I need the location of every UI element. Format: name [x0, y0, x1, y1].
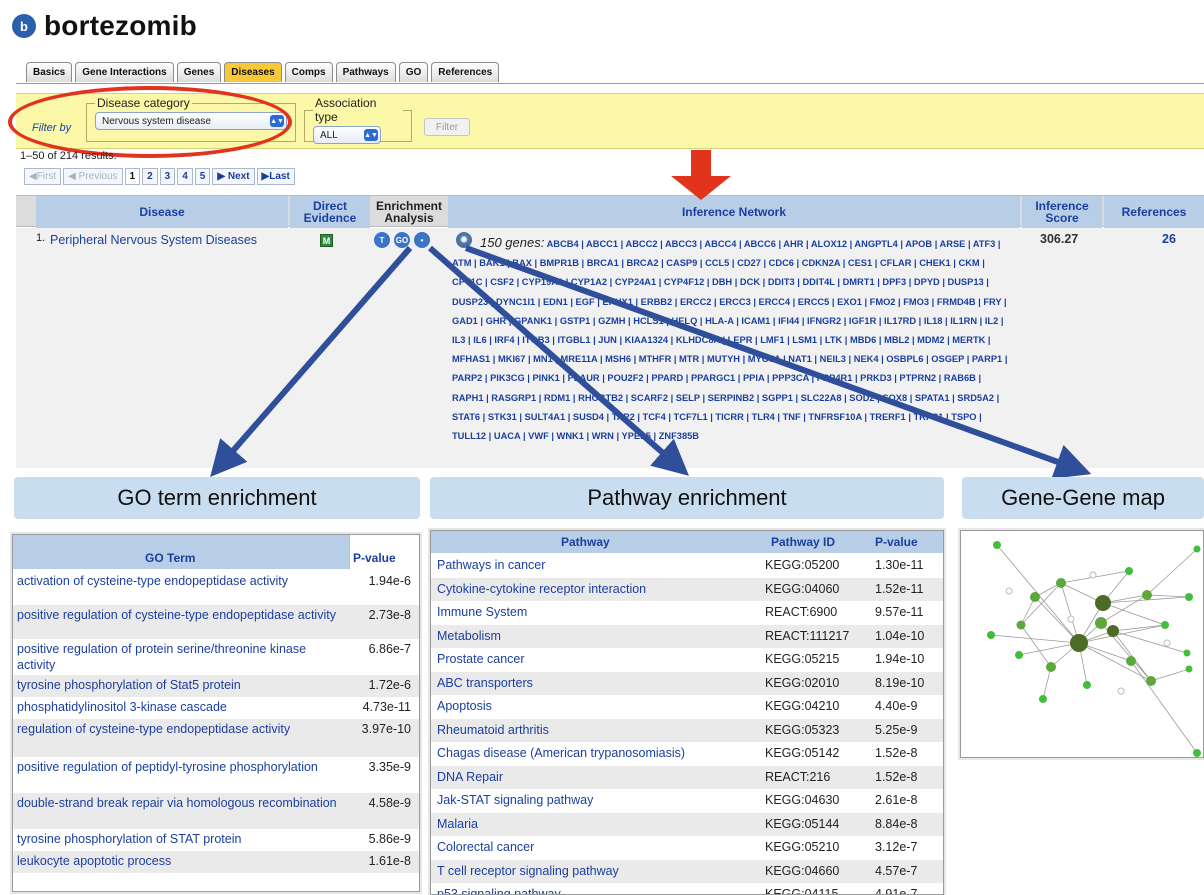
table-row: Malaria KEGG:05144 8.84e-8 [431, 812, 943, 836]
pathway-link[interactable]: Pathways in cancer [437, 558, 545, 572]
arrow-to-go [210, 246, 413, 478]
table-row: tyrosine phosphorylation of STAT protein… [17, 831, 411, 847]
table-row: Prostate cancer KEGG:05215 1.94e-10 [437, 652, 925, 666]
pathway-link[interactable]: Prostate cancer [437, 652, 525, 666]
table-row: Colorectal cancer KEGG:05210 3.12e-7 [437, 840, 918, 854]
go-col-pvalue[interactable]: P-value [353, 551, 396, 565]
go-term-link[interactable]: phosphatidylinositol 3-kinase cascade [17, 699, 347, 715]
network-nodes [987, 541, 1201, 757]
pathway-col-id[interactable]: Pathway ID [771, 535, 835, 549]
pathway-link[interactable]: Jak-STAT signaling pathway [437, 793, 593, 807]
pathway-link[interactable]: Metabolism [437, 629, 501, 643]
pathway-link[interactable]: Colorectal cancer [437, 840, 534, 854]
go-term-link[interactable]: double-strand break repair via homologou… [17, 795, 347, 811]
table-row: ABC transporters KEGG:02010 8.19e-10 [431, 671, 943, 695]
pathway-link[interactable]: Rheumatoid arthritis [437, 723, 549, 737]
go-term-link[interactable]: positive regulation of cysteine-type end… [17, 607, 347, 623]
pathway-link[interactable]: Immune System [437, 605, 527, 619]
pathway-link[interactable]: DNA Repair [437, 770, 503, 784]
red-arrow-icon [671, 150, 731, 200]
pathway-link[interactable]: Chagas disease (American trypanosomiasis… [437, 746, 685, 760]
table-row: activation of cysteine-type endopeptidas… [17, 573, 411, 589]
table-row: Apoptosis KEGG:04210 4.40e-9 [437, 699, 918, 713]
table-row: regulation of cysteine-type endopeptidas… [13, 719, 419, 757]
go-table: GO Term P-value activation of cysteine-t… [12, 534, 420, 892]
go-term-link[interactable]: activation of cysteine-type endopeptidas… [17, 573, 347, 589]
table-row: Chagas disease (American trypanosomiasis… [437, 746, 918, 760]
table-row: Cytokine-cytokine receptor interaction KE… [431, 577, 943, 601]
pathway-link[interactable]: ABC transporters [437, 676, 533, 690]
table-row: Metabolism REACT:111217 1.04e-10 [431, 624, 943, 648]
network-graph[interactable] [961, 531, 1204, 758]
pathway-section-label: Pathway enrichment [430, 477, 944, 519]
pathway-link[interactable]: T cell receptor signaling pathway [437, 864, 619, 878]
pathway-col-name[interactable]: Pathway [561, 535, 610, 549]
table-row: positive regulation of cysteine-type end… [13, 605, 419, 639]
table-row: T cell receptor signaling pathway KEGG:04… [431, 859, 943, 883]
gene-map-section-label: Gene-Gene map [962, 477, 1204, 519]
table-row: Jak-STAT signaling pathway KEGG:04630 2.61… [437, 793, 918, 807]
table-row: DNA Repair REACT:216 1.52e-8 [431, 765, 943, 789]
pathway-table-header: Pathway Pathway ID P-value [431, 531, 943, 553]
pathway-link[interactable]: Malaria [437, 817, 478, 831]
go-col-term[interactable]: GO Term [145, 551, 195, 565]
go-term-link[interactable]: positive regulation of peptidyl-tyrosine… [17, 759, 347, 775]
go-term-link[interactable]: regulation of cysteine-type endopeptidas… [17, 721, 347, 737]
pathway-col-pvalue[interactable]: P-value [875, 535, 918, 549]
table-row: Rheumatoid arthritis KEGG:05323 5.25e-9 [431, 718, 943, 742]
pathway-link[interactable]: Apoptosis [437, 699, 492, 713]
pathway-link[interactable]: Cytokine-cytokine receptor interaction [437, 582, 646, 596]
go-term-link[interactable]: positive regulation of protein serine/th… [17, 641, 347, 673]
pathway-link[interactable]: p53 signaling pathway [437, 887, 561, 894]
pathway-table: Pathway Pathway ID P-value Pathways in c… [430, 530, 944, 895]
table-row: phosphatidylinositol 3-kinase cascade 4.7… [17, 699, 411, 715]
gene-gene-map[interactable] [960, 530, 1204, 758]
table-row: tyrosine phosphorylation of Stat5 protei… [13, 675, 419, 697]
go-section-label: GO term enrichment [14, 477, 420, 519]
table-row: Pathways in cancer KEGG:05200 1.30e-11 [437, 558, 924, 572]
table-row: Immune System REACT:6900 9.57e-11 [437, 605, 924, 619]
table-row: double-strand break repair via homologou… [13, 793, 419, 829]
table-row: positive regulation of protein serine/th… [17, 641, 411, 673]
table-row: positive regulation of peptidyl-tyrosine… [17, 759, 411, 775]
go-term-link[interactable]: tyrosine phosphorylation of STAT protein [17, 831, 347, 847]
go-term-link[interactable]: tyrosine phosphorylation of Stat5 protei… [17, 677, 347, 693]
table-row: p53 signaling pathway KEGG:04115 4.91e-7 [431, 883, 943, 894]
go-term-link[interactable]: leukocyte apoptotic process [17, 853, 347, 869]
table-row: leukocyte apoptotic process 1.61e-8 [13, 851, 419, 873]
go-table-header: GO Term P-value [13, 535, 419, 569]
